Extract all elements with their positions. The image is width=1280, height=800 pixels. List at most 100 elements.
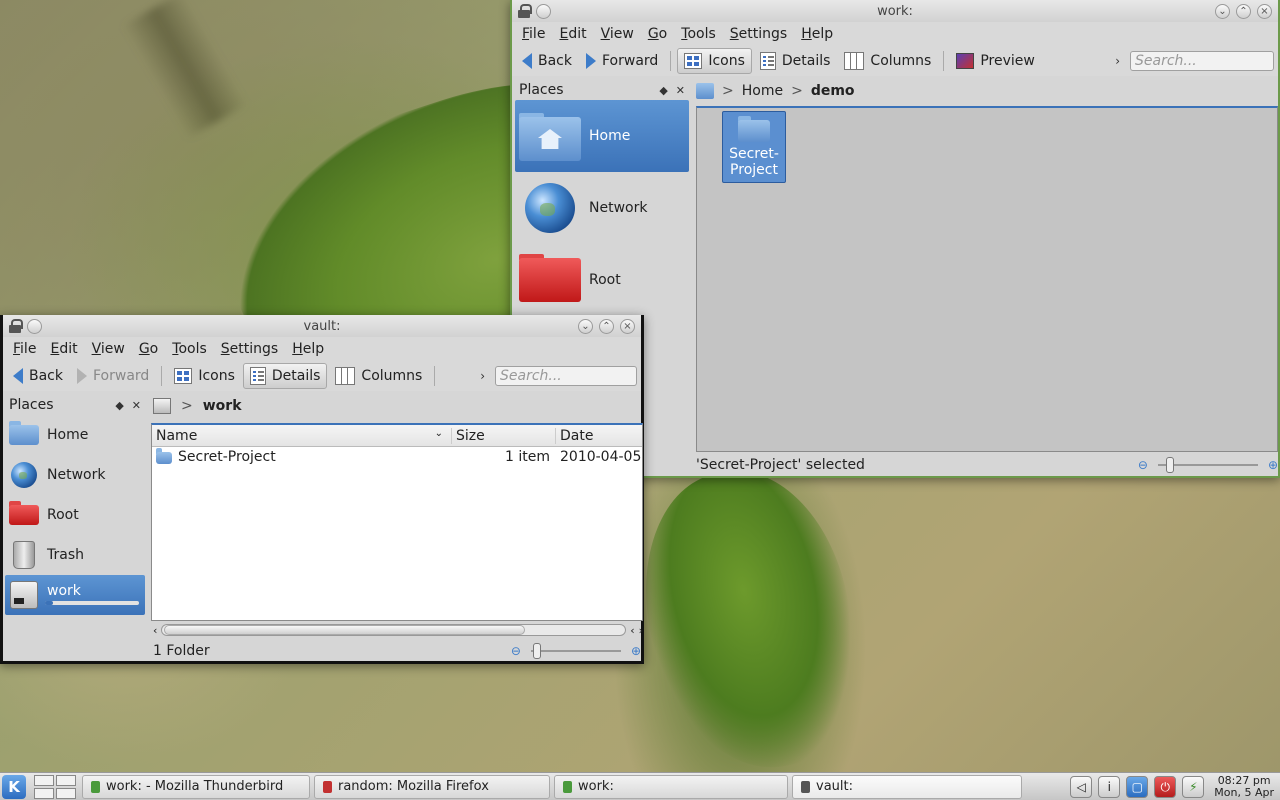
search-input[interactable]: Search... xyxy=(495,366,637,386)
menu-tools[interactable]: Tools xyxy=(165,341,214,357)
col-size-header[interactable]: Size xyxy=(452,427,556,444)
desktop-4[interactable] xyxy=(56,787,76,799)
icons-view-button[interactable]: Icons xyxy=(677,48,752,74)
zoom-slider-handle[interactable] xyxy=(1165,457,1174,473)
crumb-home[interactable]: Home xyxy=(742,83,783,99)
close-button[interactable]: × xyxy=(620,318,635,334)
details-view-button[interactable]: Details xyxy=(242,363,328,389)
scroll-left-icon[interactable]: ‹ xyxy=(153,624,157,637)
sticky-button[interactable] xyxy=(536,3,551,19)
preview-button[interactable]: Preview xyxy=(950,48,1041,74)
back-button[interactable]: Back xyxy=(7,363,69,389)
menu-file[interactable]: File xyxy=(515,26,552,42)
close-panel-icon[interactable]: ✕ xyxy=(132,399,141,412)
zoom-slider[interactable] xyxy=(1157,457,1258,473)
close-button[interactable]: × xyxy=(1257,3,1272,19)
zoom-slider-handle[interactable] xyxy=(532,643,541,659)
vault-places-panel: Places ◆ ✕ Home Network Root Trash work xyxy=(5,395,145,661)
scroll-right-icon[interactable]: › xyxy=(639,624,643,637)
col-name-header[interactable]: Name ⌄ xyxy=(152,427,452,444)
zoom-out-icon[interactable]: ⊖ xyxy=(511,644,521,658)
task-thunderbird[interactable]: work: - Mozilla Thunderbird xyxy=(82,774,310,799)
place-root[interactable]: Root xyxy=(5,495,145,535)
kde-menu-icon[interactable]: K xyxy=(2,774,26,799)
breadcrumb: > work xyxy=(153,395,242,417)
minimize-button[interactable]: ⌄ xyxy=(578,318,593,334)
place-home[interactable]: Home xyxy=(5,415,145,455)
crumb-current[interactable]: work xyxy=(203,398,242,414)
scrollbar-thumb[interactable] xyxy=(164,625,526,635)
menu-settings[interactable]: Settings xyxy=(214,341,285,357)
zoom-out-icon[interactable]: ⊖ xyxy=(1138,458,1148,472)
zoom-slider[interactable] xyxy=(530,643,621,659)
toolbar-overflow-chevron-icon[interactable]: › xyxy=(1115,54,1120,68)
place-work[interactable]: work xyxy=(5,575,145,615)
table-row[interactable]: Secret-Project 1 item 2010-04-05 2 xyxy=(152,447,642,467)
task-vault[interactable]: vault: xyxy=(792,774,1022,799)
task-work[interactable]: work: xyxy=(554,774,788,799)
menu-tools[interactable]: Tools xyxy=(674,26,723,42)
red-folder-icon xyxy=(9,501,39,525)
back-button[interactable]: Back xyxy=(516,48,578,74)
menu-go[interactable]: Go xyxy=(132,341,165,357)
place-network[interactable]: Network xyxy=(515,172,689,244)
menu-go[interactable]: Go xyxy=(641,26,674,42)
maximize-button[interactable]: ⌃ xyxy=(1236,3,1251,19)
menu-view[interactable]: View xyxy=(594,26,641,42)
maximize-button[interactable]: ⌃ xyxy=(599,318,614,334)
columns-view-button[interactable]: Columns xyxy=(838,48,937,74)
desktop-3[interactable] xyxy=(34,787,54,799)
task-label: work: xyxy=(578,779,614,794)
horizontal-scrollbar[interactable]: ‹ ‹ › xyxy=(153,623,643,637)
place-network[interactable]: Network xyxy=(5,455,145,495)
menu-help[interactable]: Help xyxy=(794,26,840,42)
icon-view-area[interactable]: Secret- Project xyxy=(696,106,1278,452)
close-panel-icon[interactable]: ✕ xyxy=(676,84,685,97)
columns-view-icon xyxy=(335,367,356,385)
task-firefox[interactable]: random: Mozilla Firefox xyxy=(314,774,550,799)
drive-icon xyxy=(10,581,38,609)
desktop-2[interactable] xyxy=(56,774,76,786)
battery-icon[interactable]: ⚡ xyxy=(1182,775,1205,798)
menu-edit[interactable]: Edit xyxy=(552,26,593,42)
zoom-in-icon[interactable]: ⊕ xyxy=(631,644,641,658)
volume-icon[interactable]: ◁ xyxy=(1070,775,1093,798)
status-text: 'Secret-Project' selected xyxy=(696,457,865,473)
float-icon[interactable]: ◆ xyxy=(115,399,123,412)
place-home[interactable]: Home xyxy=(515,100,689,172)
folder-item[interactable]: Secret- Project xyxy=(722,111,786,183)
toolbar-overflow-chevron-icon[interactable]: › xyxy=(480,369,485,383)
menu-help[interactable]: Help xyxy=(285,341,331,357)
minimize-button[interactable]: ⌄ xyxy=(1215,3,1230,19)
work-toolbar: Back Forward Icons Details Columns Previ… xyxy=(512,46,1278,76)
home-crumb-icon[interactable] xyxy=(696,83,714,99)
search-input[interactable]: Search... xyxy=(1130,51,1274,71)
details-view[interactable]: Name ⌄ Size Date Secret-Project 1 item 2… xyxy=(151,423,643,621)
scroll-left-icon[interactable]: ‹ xyxy=(630,624,634,637)
menu-settings[interactable]: Settings xyxy=(723,26,794,42)
power-icon[interactable]: ⏻ xyxy=(1154,775,1177,798)
zoom-in-icon[interactable]: ⊕ xyxy=(1268,458,1278,472)
desktop-pager[interactable] xyxy=(34,774,76,799)
col-date-header[interactable]: Date xyxy=(556,428,642,444)
place-root[interactable]: Root xyxy=(515,244,689,316)
forward-button[interactable]: Forward xyxy=(71,363,155,389)
drive-crumb-icon[interactable] xyxy=(153,398,171,414)
menu-file[interactable]: File xyxy=(6,341,43,357)
menu-view[interactable]: View xyxy=(85,341,132,357)
forward-button[interactable]: Forward xyxy=(580,48,664,74)
details-view-button[interactable]: Details xyxy=(754,48,837,74)
columns-view-button[interactable]: Columns xyxy=(329,363,428,389)
info-icon[interactable]: i xyxy=(1098,775,1121,798)
icons-view-button[interactable]: Icons xyxy=(168,363,241,389)
network-lock-icon[interactable]: ▢ xyxy=(1126,775,1149,798)
sticky-button[interactable] xyxy=(27,318,42,334)
crumb-current[interactable]: demo xyxy=(811,83,855,99)
vault-titlebar[interactable]: vault: ⌄ ⌃ × xyxy=(3,315,641,337)
menu-edit[interactable]: Edit xyxy=(43,341,84,357)
work-titlebar[interactable]: work: ⌄ ⌃ × xyxy=(512,0,1278,22)
desktop-1[interactable] xyxy=(34,774,54,786)
clock[interactable]: 08:27 pm Mon, 5 Apr xyxy=(1210,774,1274,799)
place-trash[interactable]: Trash xyxy=(5,535,145,575)
float-icon[interactable]: ◆ xyxy=(659,84,667,97)
